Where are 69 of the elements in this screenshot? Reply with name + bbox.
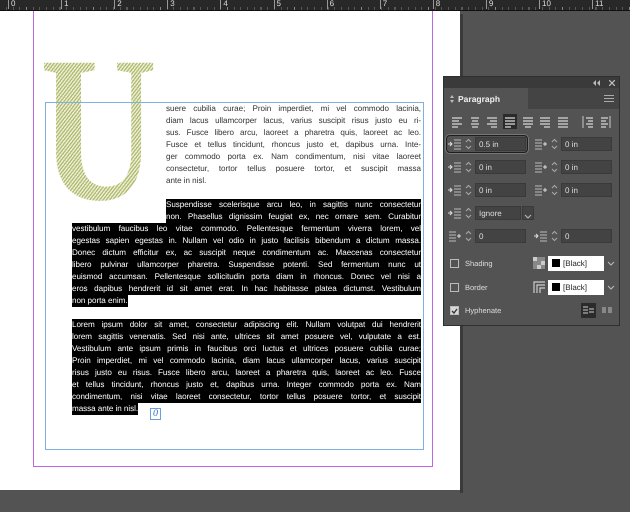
single-column-button[interactable] [581,303,596,318]
lines-icon [583,306,594,315]
ruler-label: 6 [326,0,334,9]
checkbox[interactable] [450,282,459,292]
color-swatch-field[interactable]: [Black] [548,280,604,294]
left-indent-icon [448,138,462,150]
checkbox[interactable] [450,258,459,268]
dropdown-button[interactable] [522,206,534,220]
text-line: sus. Fusce libero arcu, laoreet a pharetra quis, laoreet ac leo. [166,127,421,139]
space-before-icon [448,184,462,196]
value-field[interactable]: 0 in [561,137,612,151]
ruler-label: 11 [592,0,604,9]
ruler-label: 4 [220,0,228,9]
ruler-label: 10 [539,0,551,9]
last-line-indent-icon [534,161,548,173]
ruler-label: 5 [274,0,281,9]
value-field[interactable]: 0 in [561,160,612,174]
checkbox[interactable] [450,306,459,315]
value-field[interactable]: 0.5 in [475,137,526,151]
stepper-icon[interactable] [464,183,473,197]
stepper-icon[interactable] [464,229,473,243]
stepper-icon[interactable] [550,137,559,151]
panel-tab[interactable]: Paragraph [444,88,528,109]
chevron-icon[interactable] [607,260,615,266]
stepper-icon[interactable] [464,137,473,151]
text-line: ante in nisl. [166,175,206,187]
stepper-icon [450,94,454,102]
text-line: consectetur, tortor tellus posuere tortor, et suscipit massa [166,163,421,175]
border-icon [533,281,545,293]
text-line: suere cubilia curae; Proin imperdiet, mi vel commodo lacinia, [166,103,421,115]
right-indent-icon [534,138,548,150]
columns-icon [602,306,613,315]
shading-icon [533,257,545,269]
stepper-icon[interactable] [550,183,559,197]
stepper-icon[interactable] [464,206,473,220]
ruler-label: 9 [486,0,494,9]
chevron-icon[interactable] [607,284,615,290]
stepper-icon[interactable] [550,229,559,243]
stepper-icon[interactable] [464,160,473,174]
ruler-label: 0 [8,0,16,9]
close-icon[interactable] [609,80,615,86]
value-field[interactable]: 0 [475,229,526,243]
ruler-label: 7 [380,0,388,9]
space-after-icon [534,184,548,196]
stepper-icon[interactable] [550,160,559,174]
chevron-icon [524,214,532,219]
first-line-indent-icon [448,161,462,173]
drop-cap-lines-icon [448,230,462,242]
ruler-label: 3 [167,0,175,9]
value-field[interactable]: 0 in [561,183,612,197]
color-swatch-field[interactable]: [Black] [548,256,604,270]
value-field[interactable]: 0 [561,229,612,243]
text-line: ger commodo porta ex. Nam condimentum, nisi vitae laoreet [166,151,421,163]
alignment-button[interactable] [502,114,518,129]
ruler-label: 1 [61,0,69,9]
text-line: diam lacus ullamcorper lacus, varius suscipit risus justo eu ri- [166,115,421,127]
menu-icon[interactable] [604,95,614,102]
grid-align-dropdown[interactable]: Ignore [475,206,521,220]
text-line: Fusce et tellus tincidunt, rhoncus justo et, dapibus urna. Inte- [166,139,421,151]
alignment-button[interactable] [598,114,614,129]
collapse-icon[interactable] [592,80,601,86]
ruler-label: 8 [432,0,440,9]
alignment-button[interactable] [580,114,596,129]
align-grid-icon [448,207,462,219]
value-field[interactable]: 0 in [475,183,526,197]
value-field[interactable]: 0 in [475,160,526,174]
frame-marker[interactable]: 0 [150,408,161,420]
ruler-label: 2 [114,0,122,9]
drop-cap-characters-icon [534,230,548,242]
